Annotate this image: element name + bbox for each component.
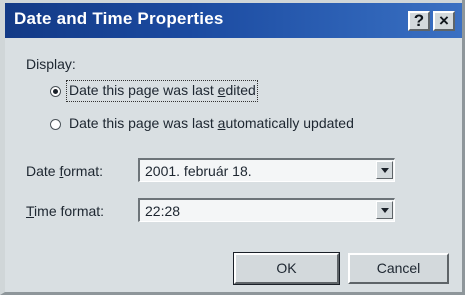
display-label: Display: — [26, 56, 76, 72]
date-format-value: 2001. február 18. — [145, 163, 252, 179]
radio-last-edited[interactable] — [50, 86, 61, 97]
help-button[interactable]: ? — [408, 11, 430, 31]
date-time-properties-dialog: Date and Time Properties ? × Display: Da… — [0, 0, 465, 295]
time-format-value: 22:28 — [145, 203, 181, 219]
cancel-button[interactable]: Cancel — [348, 253, 449, 284]
dialog-title: Date and Time Properties — [14, 9, 224, 28]
question-mark-icon: ? — [413, 11, 425, 30]
date-format-select[interactable]: 2001. február 18. — [138, 158, 395, 182]
close-icon: × — [439, 11, 449, 30]
close-button[interactable]: × — [433, 11, 455, 31]
time-format-label: Time format: — [26, 203, 105, 219]
date-format-label: Date format: — [26, 163, 104, 179]
chevron-down-icon[interactable] — [376, 201, 393, 219]
chevron-down-icon[interactable] — [376, 161, 393, 179]
title-bar[interactable]: Date and Time Properties ? × — [5, 0, 462, 38]
ok-button[interactable]: OK — [233, 252, 340, 285]
radio-last-auto-updated[interactable] — [50, 119, 61, 130]
time-format-select[interactable]: 22:28 — [138, 198, 395, 222]
radio-last-auto-updated-label[interactable]: Date this page was last automatically up… — [69, 115, 354, 131]
radio-last-edited-label[interactable]: Date this page was last edited — [69, 82, 256, 98]
